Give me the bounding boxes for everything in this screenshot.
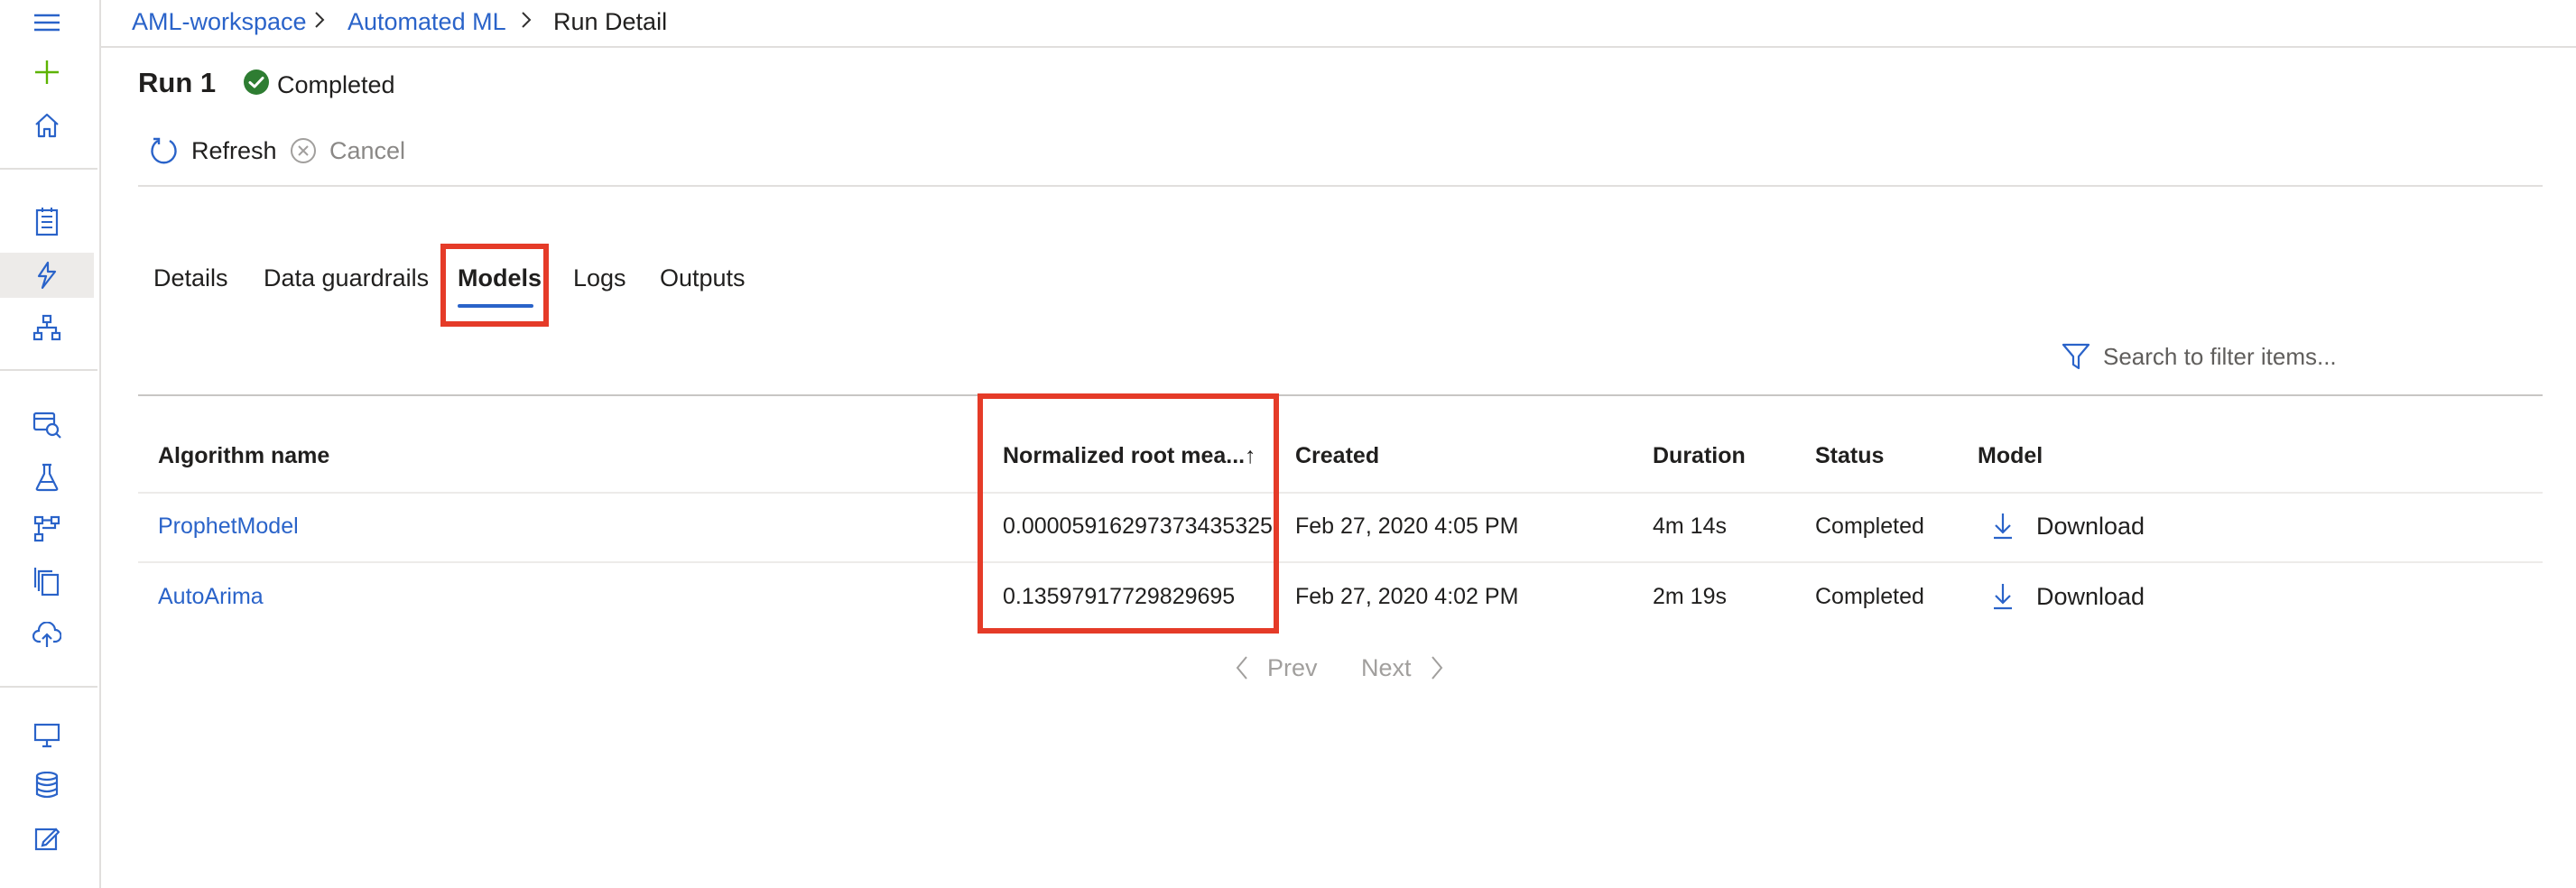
download-button[interactable]: Download [1993, 510, 2145, 542]
refresh-icon [150, 136, 179, 165]
search-box[interactable] [2062, 338, 2374, 375]
refresh-button[interactable]: Refresh [150, 133, 277, 169]
next-page-button[interactable]: Next [1361, 650, 1444, 686]
prev-label: Prev [1267, 653, 1318, 681]
automl-icon[interactable] [0, 253, 94, 298]
metric-column-highlight [978, 393, 1279, 634]
rail-separator [0, 686, 97, 688]
column-header-duration[interactable]: Duration [1653, 439, 1746, 472]
pipelines-icon[interactable] [0, 506, 94, 551]
column-header-model[interactable]: Model [1978, 439, 2043, 472]
status-value: Completed [1815, 584, 1924, 609]
status-value: Completed [1815, 513, 1924, 539]
column-header-algorithm[interactable]: Algorithm name [158, 439, 329, 472]
labeling-icon[interactable] [0, 816, 94, 861]
check-circle-icon [244, 69, 269, 95]
created-value: Feb 27, 2020 4:02 PM [1295, 584, 1519, 609]
column-header-status[interactable]: Status [1815, 439, 1884, 472]
page-title: Run 1 [138, 67, 217, 98]
experiments-icon[interactable] [0, 455, 94, 500]
search-input[interactable] [2103, 342, 2374, 371]
plus-icon[interactable] [0, 50, 94, 95]
duration-value: 2m 19s [1653, 584, 1727, 609]
chevron-right-icon [520, 9, 533, 31]
notebook-icon[interactable] [0, 199, 94, 245]
prev-page-button[interactable]: Prev [1235, 650, 1318, 686]
menu-icon[interactable] [0, 0, 94, 45]
chevron-right-icon [313, 9, 326, 31]
command-divider [138, 185, 2543, 187]
tab-details[interactable]: Details [153, 262, 228, 294]
rail-separator [0, 369, 97, 371]
rail-separator [0, 168, 97, 170]
breadcrumb-current: Run Detail [553, 8, 668, 35]
status-badge: Completed [277, 71, 395, 98]
left-nav-rail [0, 0, 101, 888]
designer-icon[interactable] [0, 305, 94, 350]
duration-value: 4m 14s [1653, 513, 1727, 539]
cancel-icon [290, 137, 317, 164]
download-label: Download [2036, 583, 2145, 610]
models-tab-highlight [440, 244, 549, 327]
algorithm-link[interactable]: ProphetModel [158, 510, 299, 542]
table-top-divider [138, 394, 2543, 396]
datastores-icon[interactable] [0, 763, 94, 808]
row-divider [138, 561, 2543, 563]
created-value: Feb 27, 2020 4:05 PM [1295, 513, 1519, 539]
download-icon [1993, 583, 2013, 610]
download-label: Download [2036, 513, 2145, 540]
datasets-icon[interactable] [0, 402, 94, 447]
header-row-divider [138, 492, 2543, 494]
breadcrumb-automl-link[interactable]: Automated ML [347, 5, 506, 38]
chevron-right-icon [1430, 655, 1444, 680]
breadcrumb-workspace-link[interactable]: AML-workspace [132, 5, 307, 38]
refresh-label: Refresh [191, 136, 277, 164]
home-icon[interactable] [0, 103, 94, 148]
cancel-label: Cancel [329, 136, 406, 164]
download-button[interactable]: Download [1993, 580, 2145, 613]
cancel-button[interactable]: Cancel [290, 133, 405, 169]
tab-logs[interactable]: Logs [573, 262, 626, 294]
algorithm-link[interactable]: AutoArima [158, 580, 264, 613]
endpoints-icon[interactable] [0, 613, 94, 658]
column-header-created[interactable]: Created [1295, 439, 1379, 472]
chevron-left-icon [1235, 655, 1249, 680]
download-icon [1993, 513, 2013, 540]
tab-data-guardrails[interactable]: Data guardrails [264, 262, 429, 294]
next-label: Next [1361, 653, 1412, 681]
compute-icon[interactable] [0, 713, 94, 758]
tab-outputs[interactable]: Outputs [660, 262, 746, 294]
models-icon[interactable] [0, 560, 94, 605]
filter-icon [2062, 343, 2090, 370]
